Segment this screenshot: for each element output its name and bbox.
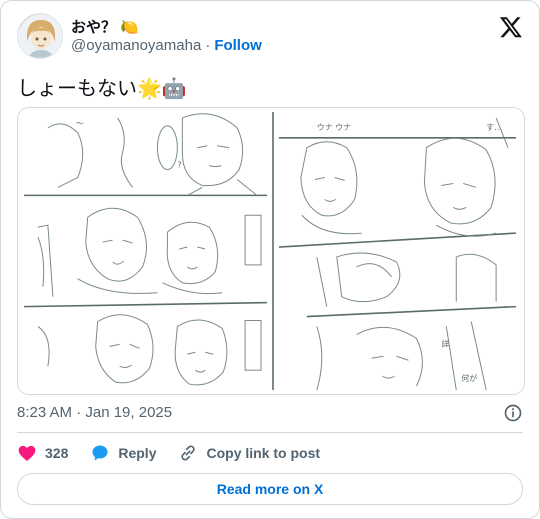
avatar[interactable] (17, 13, 63, 59)
display-name-row[interactable]: おや？ 🍋 (71, 16, 139, 37)
like-button[interactable]: 328 (17, 443, 68, 463)
svg-text:す…: す… (486, 123, 502, 132)
copy-link-label: Copy link to post (206, 445, 321, 461)
svg-text:何が: 何が (461, 373, 477, 383)
reply-bubble-icon (92, 445, 108, 461)
link-icon (181, 445, 196, 461)
tweet-text: しょーもない🌟🤖 (17, 76, 187, 100)
divider (17, 432, 523, 433)
user-handle[interactable]: @oyamanoyamaha (71, 37, 201, 54)
tweet-media-image[interactable]: 〜 ウナ ウナ 何が 詳 ? す… (17, 107, 525, 395)
lemon-emoji: 🍋 (120, 18, 139, 36)
tweet-timestamp[interactable]: 8:23 AM · Jan 19, 2025 (17, 404, 172, 421)
tweet-header: おや？ 🍋 @oyamanoyamaha · Follow (17, 13, 523, 61)
tweet-actions: 328 Reply Copy link to post (17, 441, 342, 465)
handle-row: @oyamanoyamaha · Follow (71, 37, 262, 54)
follow-button[interactable]: Follow (214, 37, 262, 54)
svg-text:〜: 〜 (76, 119, 84, 128)
heart-icon (18, 445, 36, 461)
reply-button[interactable]: Reply (90, 443, 156, 463)
x-logo-icon[interactable] (499, 15, 523, 39)
display-name[interactable]: おや？ (71, 16, 116, 37)
manga-sketch-image: 〜 ウナ ウナ 何が 詳 ? す… (18, 108, 524, 394)
copy-link-button[interactable]: Copy link to post (178, 443, 320, 463)
like-count: 328 (45, 445, 69, 461)
separator: · (205, 37, 211, 54)
svg-text:ウナ ウナ: ウナ ウナ (317, 123, 351, 132)
reply-label: Reply (118, 445, 157, 461)
tweet-card: おや？ 🍋 @oyamanoyamaha · Follow しょーもない🌟🤖 〜… (0, 0, 540, 519)
info-icon[interactable] (503, 403, 523, 423)
svg-text:詳: 詳 (441, 338, 449, 348)
read-more-button[interactable]: Read more on X (17, 473, 523, 505)
svg-text:?: ? (177, 161, 181, 170)
